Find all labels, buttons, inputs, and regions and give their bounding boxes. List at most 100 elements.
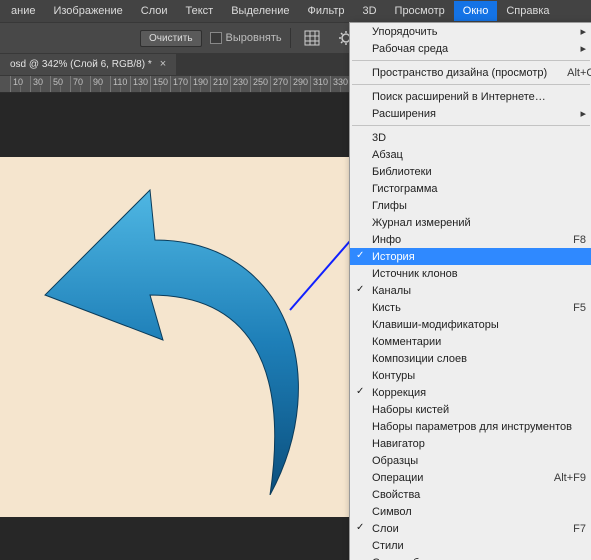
menu-item[interactable]: Наборы кистей <box>350 401 591 418</box>
align-label: Выровнять <box>226 32 282 44</box>
menu-item-label: Стили абзацев <box>372 557 448 560</box>
menu-item-shortcut: F5 <box>553 302 586 314</box>
arrow-graphic <box>35 185 315 495</box>
menu-item[interactable]: Гистограмма <box>350 180 591 197</box>
menu-item-текст[interactable]: Текст <box>177 1 223 21</box>
menu-item-label: Комментарии <box>372 336 441 348</box>
check-icon: ✓ <box>356 522 364 533</box>
menu-item[interactable]: Наборы параметров для инструментов <box>350 418 591 435</box>
menu-item-label: Коррекция <box>372 387 426 399</box>
menu-item-label: Библиотеки <box>372 166 432 178</box>
menu-item[interactable]: Инфо F8 <box>350 231 591 248</box>
menu-item-слои[interactable]: Слои <box>132 1 177 21</box>
checkbox-box <box>210 32 222 44</box>
menu-item[interactable]: ✓ Каналы <box>350 282 591 299</box>
menu-item[interactable]: Абзац <box>350 146 591 163</box>
menu-item-label: Образцы <box>372 455 418 467</box>
menu-item-label: Упорядочить <box>372 26 437 38</box>
menu-item-label: История <box>372 251 415 263</box>
menu-item-выделение[interactable]: Выделение <box>222 1 298 21</box>
menu-item[interactable]: Кисть F5 <box>350 299 591 316</box>
align-checkbox[interactable]: Выровнять <box>210 32 282 44</box>
menu-item-label: Каналы <box>372 285 411 297</box>
menu-item-label: Кисть <box>372 302 401 314</box>
menu-item-справка[interactable]: Справка <box>497 1 558 21</box>
canvas[interactable] <box>0 157 360 517</box>
main-menu-bar: аниеИзображениеСлоиТекстВыделениеФильтр3… <box>0 0 591 22</box>
menu-item-изображение[interactable]: Изображение <box>44 1 131 21</box>
menu-item-label: Глифы <box>372 200 407 212</box>
menu-item[interactable]: Символ <box>350 503 591 520</box>
menu-item-label: Инфо <box>372 234 401 246</box>
menu-item-label: Пространство дизайна (просмотр) <box>372 67 547 79</box>
menu-item[interactable]: Клавиши-модификаторы <box>350 316 591 333</box>
menu-item[interactable]: Пространство дизайна (просмотр)Alt+Ctrl+… <box>350 64 591 81</box>
close-icon[interactable]: × <box>160 58 166 70</box>
menu-item-просмотр[interactable]: Просмотр <box>386 1 454 21</box>
menu-item-label: Операции <box>372 472 423 484</box>
menu-item[interactable]: Библиотеки <box>350 163 591 180</box>
menu-item-label: Слои <box>372 523 399 535</box>
menu-item[interactable]: Контуры <box>350 367 591 384</box>
menu-item[interactable]: Свойства <box>350 486 591 503</box>
menu-item-label: Журнал измерений <box>372 217 471 229</box>
menu-item[interactable]: Рабочая среда ▸ <box>350 40 591 57</box>
menu-item-ание[interactable]: ание <box>2 1 44 21</box>
submenu-arrow-icon: ▸ <box>580 107 586 120</box>
menu-item-shortcut: Alt+Ctrl+` <box>547 67 591 79</box>
menu-separator <box>352 84 590 85</box>
menu-item[interactable]: ✓ Слои F7 <box>350 520 591 537</box>
submenu-arrow-icon: ▸ <box>580 42 586 55</box>
check-icon: ✓ <box>356 250 364 261</box>
menu-item-label: Свойства <box>372 489 420 501</box>
menu-item[interactable]: Навигатор <box>350 435 591 452</box>
menu-item-label: Композиции слоев <box>372 353 467 365</box>
menu-item[interactable]: Глифы <box>350 197 591 214</box>
menu-item-окно[interactable]: Окно <box>454 1 498 21</box>
grid-icon[interactable] <box>299 27 325 49</box>
menu-item-фильтр[interactable]: Фильтр <box>299 1 354 21</box>
document-tab-title: osd @ 342% (Слой 6, RGB/8) * <box>10 59 152 70</box>
submenu-arrow-icon: ▸ <box>580 25 586 38</box>
menu-item-label: Клавиши-модификаторы <box>372 319 499 331</box>
menu-item-label: Абзац <box>372 149 403 161</box>
menu-item-shortcut: Alt+F9 <box>534 472 586 484</box>
check-icon: ✓ <box>356 284 364 295</box>
menu-item-label: Стили <box>372 540 404 552</box>
menu-item-shortcut: F7 <box>553 523 586 535</box>
window-menu-dropdown: Упорядочить ▸ Рабочая среда ▸ Пространство д… <box>349 22 591 560</box>
menu-item-label: Навигатор <box>372 438 425 450</box>
menu-item-label: Наборы параметров для инструментов <box>372 421 572 433</box>
menu-item-shortcut: F8 <box>553 234 586 246</box>
menu-item-label: Гистограмма <box>372 183 438 195</box>
menu-item-label: Поиск расширений в Интернете… <box>372 91 546 103</box>
menu-item-label: 3D <box>372 132 386 144</box>
menu-item[interactable]: Стили <box>350 537 591 554</box>
menu-item-label: Символ <box>372 506 412 518</box>
menu-item[interactable]: Расширения ▸ <box>350 105 591 122</box>
menu-item[interactable]: Комментарии <box>350 333 591 350</box>
menu-item[interactable]: ✓ Коррекция <box>350 384 591 401</box>
menu-item-3d[interactable]: 3D <box>353 1 385 21</box>
clear-button[interactable]: Очистить <box>140 30 202 47</box>
menu-item[interactable]: Стили абзацев <box>350 554 591 560</box>
menu-item[interactable]: Источник клонов <box>350 265 591 282</box>
menu-item[interactable]: Поиск расширений в Интернете… <box>350 88 591 105</box>
document-tab[interactable]: osd @ 342% (Слой 6, RGB/8) * × <box>0 53 176 75</box>
menu-item-label: Источник клонов <box>372 268 458 280</box>
menu-item[interactable]: Образцы <box>350 452 591 469</box>
menu-item[interactable]: Журнал измерений <box>350 214 591 231</box>
menu-item-label: Рабочая среда <box>372 43 448 55</box>
separator <box>290 28 291 48</box>
menu-item-label: Наборы кистей <box>372 404 449 416</box>
menu-item[interactable]: ✓ История <box>350 248 591 265</box>
menu-separator <box>352 125 590 126</box>
menu-separator <box>352 60 590 61</box>
menu-item-label: Расширения <box>372 108 436 120</box>
menu-item[interactable]: Композиции слоев <box>350 350 591 367</box>
menu-item[interactable]: 3D <box>350 129 591 146</box>
check-icon: ✓ <box>356 386 364 397</box>
menu-item[interactable]: Упорядочить ▸ <box>350 23 591 40</box>
menu-item[interactable]: Операции Alt+F9 <box>350 469 591 486</box>
menu-item-label: Контуры <box>372 370 415 382</box>
